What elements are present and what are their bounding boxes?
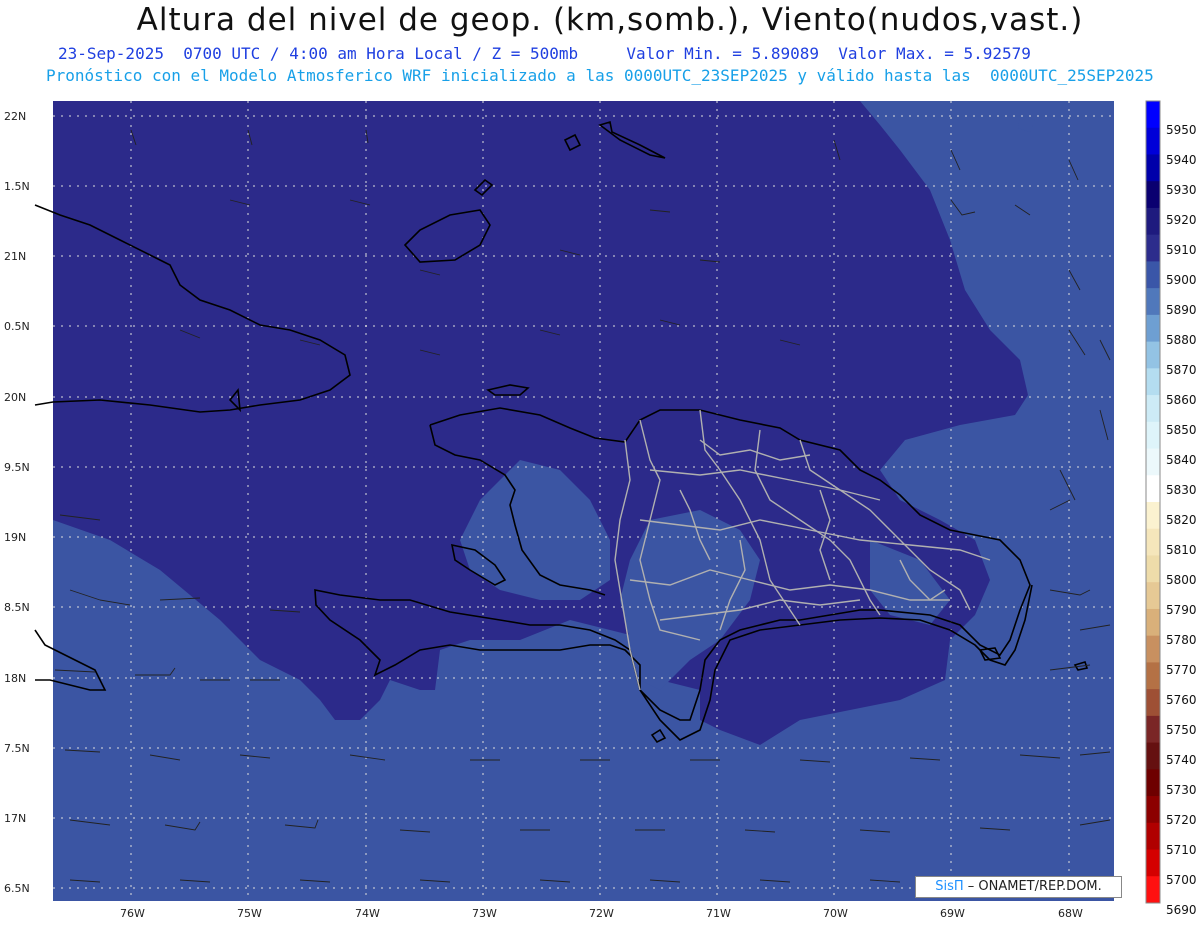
lon-label: 73W [472, 907, 497, 920]
colorbar-label: 5750 [1166, 723, 1197, 737]
lat-label: 19N [4, 531, 26, 544]
colorbar-label: 5710 [1166, 843, 1197, 857]
colorbar-label: 5720 [1166, 813, 1197, 827]
colorbar-label: 5770 [1166, 663, 1197, 677]
credit-label: – ONAMET/REP.DOM. [963, 879, 1102, 894]
brand-label: SisΠ [935, 879, 964, 894]
colorbar-label: 5890 [1166, 303, 1197, 317]
colorbar-label: 5840 [1166, 453, 1197, 467]
colorbar-label: 5950 [1166, 123, 1197, 137]
colorbar-swatch [1146, 876, 1160, 904]
colorbar-label: 5860 [1166, 393, 1197, 407]
lon-label: 69W [940, 907, 965, 920]
colorbar-label: 5790 [1166, 603, 1197, 617]
lat-label: 9.5N [4, 461, 30, 474]
colorbar-label: 5760 [1166, 693, 1197, 707]
colorbar-label: 5900 [1166, 273, 1197, 287]
credit-box: SisΠ – ONAMET/REP.DOM. [915, 876, 1122, 898]
lon-label: 75W [237, 907, 262, 920]
lat-label: 18N [4, 672, 26, 685]
colorbar-swatch [1146, 715, 1160, 744]
colorbar-swatch [1146, 769, 1160, 797]
colorbar-swatch [1146, 742, 1160, 770]
colorbar-swatch [1146, 582, 1160, 610]
lat-label: 21N [4, 250, 26, 263]
colorbar-swatch [1146, 448, 1160, 476]
lon-label: 76W [120, 907, 145, 920]
colorbar-swatch [1146, 261, 1160, 289]
colorbar-swatch [1146, 528, 1160, 556]
lat-label: 22N [4, 110, 26, 123]
colorbar-swatch [1146, 127, 1160, 155]
lon-label: 71W [706, 907, 731, 920]
colorbar-label: 5880 [1166, 333, 1197, 347]
colorbar-swatch [1146, 689, 1160, 717]
lat-label: 17N [4, 812, 26, 825]
lon-label: 72W [589, 907, 614, 920]
colorbar-label: 5730 [1166, 783, 1197, 797]
colorbar-swatch [1146, 608, 1160, 637]
lon-label: 74W [355, 907, 380, 920]
colorbar-label: 5700 [1166, 873, 1197, 887]
latitude-axis: 22N 1.5N 21N 0.5N 20N 9.5N 19N 8.5N 18N … [4, 110, 30, 895]
colorbar-label: 5930 [1166, 183, 1197, 197]
colorbar-swatch [1146, 341, 1160, 369]
colorbar-swatch [1146, 288, 1160, 316]
colorbar: 5950 5940 5930 5920 5910 5900 5890 5880 5870 5860… [1145, 100, 1197, 917]
lat-label: 1.5N [4, 180, 30, 193]
colorbar-swatch [1146, 475, 1160, 503]
lat-label: 0.5N [4, 320, 30, 333]
lat-label: 7.5N [4, 742, 30, 755]
colorbar-label: 5690 [1166, 903, 1197, 917]
colorbar-swatch [1146, 207, 1160, 236]
longitude-axis: 76W 75W 74W 73W 72W 71W 70W 69W 68W [120, 907, 1083, 920]
colorbar-label: 5870 [1166, 363, 1197, 377]
colorbar-swatch [1146, 502, 1160, 530]
colorbar-label: 5810 [1166, 543, 1197, 557]
colorbar-label: 5740 [1166, 753, 1197, 767]
colorbar-swatch [1146, 101, 1160, 129]
colorbar-label: 5820 [1166, 513, 1197, 527]
colorbar-label: 5800 [1166, 573, 1197, 587]
colorbar-swatch [1146, 796, 1160, 824]
colorbar-swatch [1146, 314, 1160, 343]
geopotential-map: 22N 1.5N 21N 0.5N 20N 9.5N 19N 8.5N 18N … [4, 100, 1197, 920]
colorbar-swatch [1146, 368, 1160, 396]
colorbar-swatch [1146, 395, 1160, 423]
colorbar-swatch [1146, 662, 1160, 690]
colorbar-swatch [1146, 181, 1160, 209]
colorbar-swatch [1146, 635, 1160, 663]
colorbar-label: 5830 [1166, 483, 1197, 497]
colorbar-swatch [1146, 421, 1160, 450]
lon-label: 68W [1058, 907, 1083, 920]
colorbar-swatch [1146, 555, 1160, 583]
lat-label: 20N [4, 391, 26, 404]
colorbar-swatch [1146, 822, 1160, 851]
lon-label: 70W [823, 907, 848, 920]
colorbar-label: 5850 [1166, 423, 1197, 437]
colorbar-swatch [1146, 849, 1160, 877]
colorbar-label: 5910 [1166, 243, 1197, 257]
lat-label: 8.5N [4, 601, 30, 614]
colorbar-label: 5940 [1166, 153, 1197, 167]
lat-label: 6.5N [4, 882, 30, 895]
colorbar-label: 5920 [1166, 213, 1197, 227]
colorbar-label: 5780 [1166, 633, 1197, 647]
colorbar-swatch [1146, 234, 1160, 262]
colorbar-swatch [1146, 154, 1160, 182]
